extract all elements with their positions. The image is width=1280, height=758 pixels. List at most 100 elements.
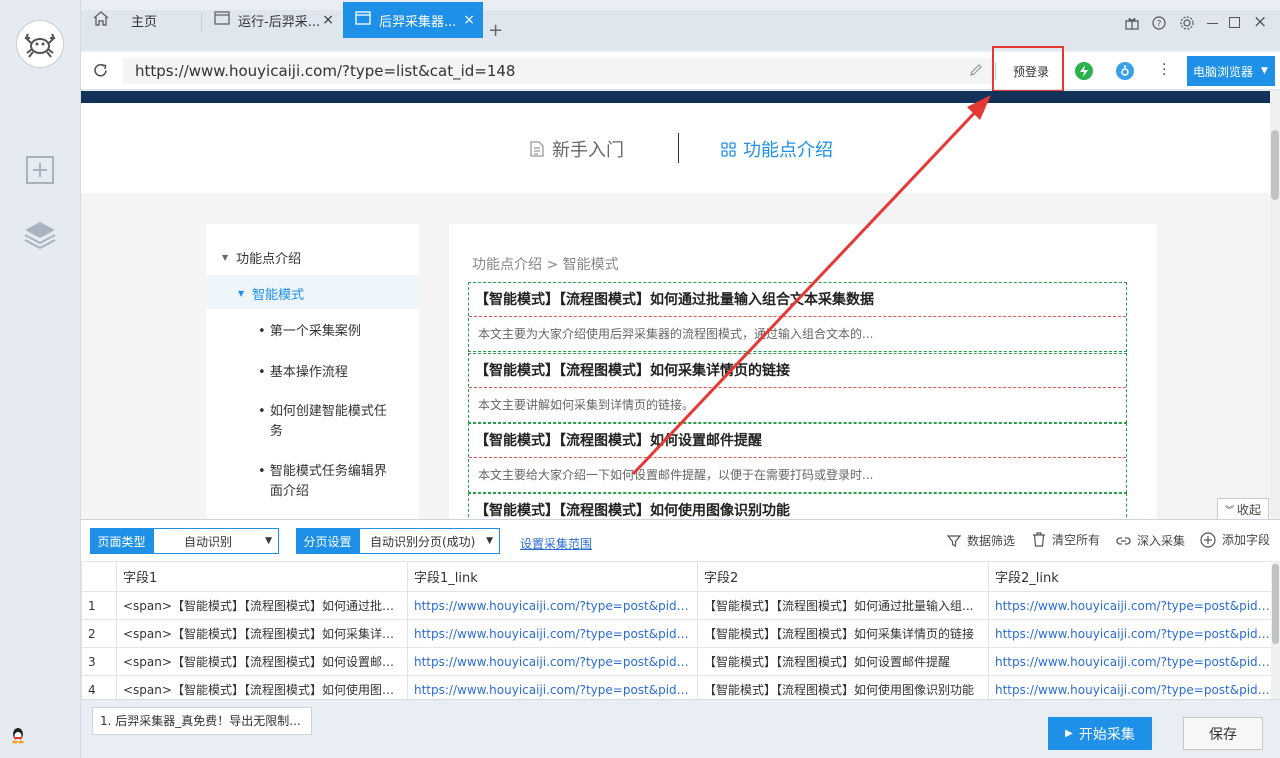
row-index: 2 <box>81 619 117 648</box>
table-scrollbar[interactable] <box>1271 561 1280 700</box>
page-type-value: 自动识别 <box>184 534 233 549</box>
help-icon[interactable]: ? <box>1152 16 1166 33</box>
close-icon[interactable]: × <box>463 12 475 28</box>
table-cell[interactable]: 【智能模式】【流程图模式】如何采集详情页的链接 <box>697 619 989 648</box>
qq-icon[interactable] <box>10 726 26 744</box>
link-icon <box>1116 536 1131 545</box>
table-row[interactable]: 4 <span>【智能模式】【流程图模式】如何使用图像... https://w… <box>81 675 1271 700</box>
start-collect-button[interactable]: ▶ 开始采集 <box>1048 717 1152 750</box>
gift-icon[interactable] <box>1125 16 1139 33</box>
data-filter-button[interactable]: 数据筛选 <box>947 532 1015 549</box>
edit-pencil-icon[interactable] <box>969 63 983 80</box>
table-row[interactable]: 2 <span>【智能模式】【流程图模式】如何采集详情... https://w… <box>81 619 1271 648</box>
tab-label: 后羿采集器... <box>379 14 457 30</box>
tab-label: 主页 <box>131 14 158 30</box>
paging-label: 分页设置 <box>296 528 359 554</box>
address-bar: https://www.houyicaiji.com/?type=list&ca… <box>81 46 1280 92</box>
window-close-icon[interactable]: × <box>1253 12 1267 32</box>
home-icon <box>93 10 109 30</box>
web-view: 新手入门 功能点介绍 ▼ 功能点介绍 ▼ 智能模式 • 第一个采集案例 • 基本… <box>81 91 1270 519</box>
config-panel: 页面类型 自动识别 ▼ 分页设置 自动识别分页(成功) ▼ 设置采集范围 数据筛… <box>81 519 1280 700</box>
plus-circle-icon <box>1200 531 1216 548</box>
scrollbar-thumb[interactable] <box>1271 130 1279 200</box>
tab-home[interactable]: 主页 <box>81 2 201 38</box>
table-header-row: 字段1 字段1_link 字段2 字段2_link <box>81 561 1271 592</box>
table-cell-link[interactable]: https://www.houyicaiji.com/?type=post&pi… <box>988 647 1271 676</box>
table-cell-link[interactable]: https://www.houyicaiji.com/?type=post&pi… <box>407 675 698 700</box>
deep-collect-label: 深入采集 <box>1137 534 1186 548</box>
table-row[interactable]: 1 <span>【智能模式】【流程图模式】如何通过批量... https://w… <box>81 591 1271 620</box>
column-header[interactable]: 字段1_link <box>407 561 698 592</box>
settings-gear-icon[interactable] <box>1180 16 1194 33</box>
window-icon <box>355 11 371 29</box>
table-cell[interactable]: 【智能模式】【流程图模式】如何通过批量输入组... <box>697 591 989 620</box>
column-header[interactable]: 字段2 <box>697 561 989 592</box>
caret-down-icon: ▼ <box>1261 66 1268 76</box>
add-field-button[interactable]: 添加字段 <box>1200 531 1270 548</box>
footer-bar: 1. 后羿采集器_真免费！导出无限制... ▶ 开始采集 保存 <box>81 699 1280 758</box>
set-range-link[interactable]: 设置采集范围 <box>520 535 592 552</box>
layers-icon[interactable] <box>22 217 58 253</box>
lightning-icon[interactable] <box>1075 62 1093 80</box>
paging-value: 自动识别分页(成功) <box>370 534 476 549</box>
url-input[interactable]: https://www.houyicaiji.com/?type=list&ca… <box>123 58 993 84</box>
table-cell-link[interactable]: https://www.houyicaiji.com/?type=post&pi… <box>407 591 698 620</box>
crab-logo-icon <box>24 33 56 58</box>
column-header[interactable]: 字段1 <box>116 561 408 592</box>
refresh-icon[interactable] <box>92 62 109 82</box>
row-index: 4 <box>81 675 117 700</box>
minimize-icon[interactable] <box>1207 23 1218 24</box>
browser-mode-label: 电脑浏览器 <box>1193 64 1254 79</box>
window-icon <box>214 11 230 29</box>
filter-icon <box>947 534 961 547</box>
data-table: 字段1 字段1_link 字段2 字段2_link 1 <span>【智能模式】… <box>81 561 1271 700</box>
save-button[interactable]: 保存 <box>1183 717 1263 750</box>
left-rail <box>0 0 81 758</box>
column-header[interactable]: 字段2_link <box>988 561 1271 592</box>
more-vertical-icon[interactable]: · · · <box>1162 58 1166 82</box>
prelogin-button[interactable]: 预登录 <box>1004 58 1058 84</box>
red-annotation-arrow <box>631 95 991 476</box>
new-tab-button[interactable]: + <box>488 20 503 41</box>
tab-collector[interactable]: 后羿采集器... × <box>343 2 483 38</box>
tab-label: 运行-后羿采... <box>238 14 321 30</box>
table-cell[interactable]: <span>【智能模式】【流程图模式】如何通过批量... <box>116 591 408 620</box>
table-cell-link[interactable]: https://www.houyicaiji.com/?type=post&pi… <box>407 647 698 676</box>
table-cell[interactable]: <span>【智能模式】【流程图模式】如何设置邮件... <box>116 647 408 676</box>
close-icon[interactable]: × <box>322 12 334 28</box>
table-row[interactable]: 3 <span>【智能模式】【流程图模式】如何设置邮件... https://w… <box>81 647 1271 676</box>
table-cell-link[interactable]: https://www.houyicaiji.com/?type=post&pi… <box>988 675 1271 700</box>
row-index: 1 <box>81 591 117 620</box>
new-task-icon[interactable] <box>22 152 58 188</box>
caret-down-icon: ▼ <box>265 536 272 546</box>
sun-icon[interactable] <box>1116 62 1134 80</box>
paging-select[interactable]: 分页设置 自动识别分页(成功) ▼ <box>296 528 500 554</box>
maximize-icon[interactable] <box>1229 17 1240 28</box>
page-type-label: 页面类型 <box>90 528 153 554</box>
caret-down-icon: ▼ <box>486 536 493 546</box>
clear-all-label: 清空所有 <box>1052 533 1101 547</box>
play-icon: ▶ <box>1065 728 1073 739</box>
app-logo <box>16 20 64 68</box>
table-cell[interactable]: 【智能模式】【流程图模式】如何设置邮件提醒 <box>697 647 989 676</box>
table-cell-link[interactable]: https://www.houyicaiji.com/?type=post&pi… <box>407 619 698 648</box>
table-cell-link[interactable]: https://www.houyicaiji.com/?type=post&pi… <box>988 619 1271 648</box>
tab-run[interactable]: 运行-后羿采... × <box>202 2 342 38</box>
svg-text:?: ? <box>1157 20 1162 30</box>
notice-box[interactable]: 1. 后羿采集器_真免费！导出无限制... <box>92 707 312 735</box>
row-index: 3 <box>81 647 117 676</box>
trash-icon <box>1033 532 1045 547</box>
table-cell-link[interactable]: https://www.houyicaiji.com/?type=post&pi… <box>988 591 1271 620</box>
table-cell[interactable]: <span>【智能模式】【流程图模式】如何使用图像... <box>116 675 408 700</box>
clear-all-button[interactable]: 清空所有 <box>1032 531 1100 548</box>
table-cell[interactable]: 【智能模式】【流程图模式】如何使用图像识别功能 <box>697 675 989 700</box>
data-table-wrap: 字段1 字段1_link 字段2 字段2_link 1 <span>【智能模式】… <box>81 561 1271 700</box>
row-index-header <box>81 561 117 592</box>
deep-collect-button[interactable]: 深入采集 <box>1116 532 1185 549</box>
start-collect-label: 开始采集 <box>1078 726 1135 743</box>
table-cell[interactable]: <span>【智能模式】【流程图模式】如何采集详情... <box>116 619 408 648</box>
browser-mode-dropdown[interactable]: 电脑浏览器 ▼ <box>1187 56 1275 86</box>
data-filter-label: 数据筛选 <box>967 534 1016 548</box>
page-type-select[interactable]: 页面类型 自动识别 ▼ <box>90 528 279 554</box>
add-field-label: 添加字段 <box>1222 533 1271 547</box>
